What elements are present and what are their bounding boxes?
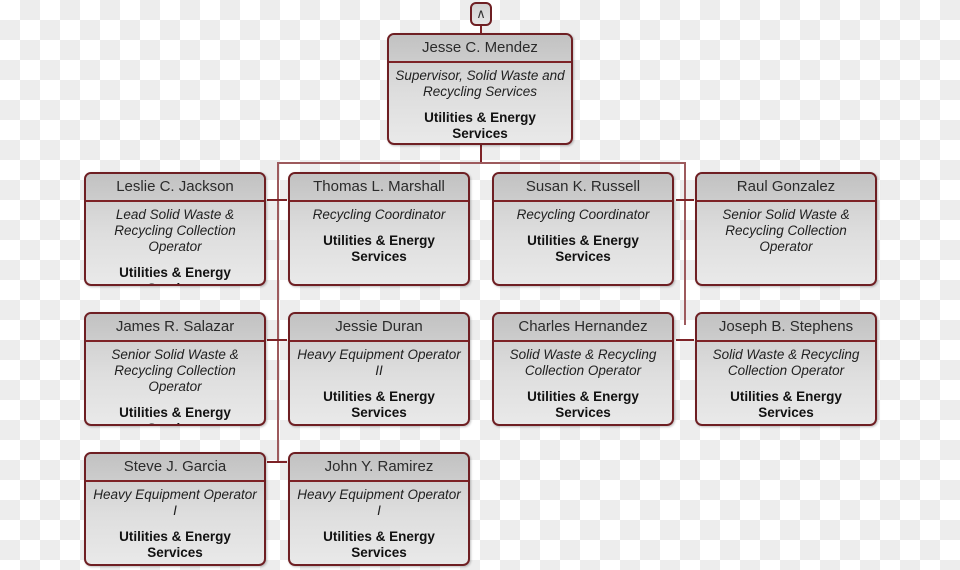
node-name: Raul Gonzalez xyxy=(697,174,875,202)
node-name: Steve J. Garcia xyxy=(86,454,264,482)
node-department: Utilities & Energy Services xyxy=(119,529,231,560)
org-node-thomas-l-marshall[interactable]: Thomas L. Marshall Recycling Coordinator… xyxy=(288,172,470,286)
connector-row2-left xyxy=(267,339,287,341)
node-title: Senior Solid Waste & Recycling Collectio… xyxy=(111,347,239,394)
connector-bus xyxy=(277,162,686,164)
node-body: Supervisor, Solid Waste and Recycling Se… xyxy=(389,63,571,143)
node-name: Charles Hernandez xyxy=(494,314,672,342)
connector-row1-left xyxy=(267,199,287,201)
node-body: Recycling Coordinator Utilities & Energy… xyxy=(290,202,468,269)
chevron-up-icon: ∧ xyxy=(476,6,486,21)
node-body: Solid Waste & Recycling Collection Opera… xyxy=(494,342,672,424)
connector-row1-right xyxy=(676,199,694,201)
node-body: Heavy Equipment Operator I Utilities & E… xyxy=(86,482,264,564)
org-chart: ∧ Jesse C. Mendez Supervisor, Solid Wast… xyxy=(0,0,960,570)
org-node-charles-hernandez[interactable]: Charles Hernandez Solid Waste & Recyclin… xyxy=(492,312,674,426)
org-node-leslie-c-jackson[interactable]: Leslie C. Jackson Lead Solid Waste & Rec… xyxy=(84,172,266,286)
node-body: Recycling Coordinator Utilities & Energy… xyxy=(494,202,672,269)
node-title: Heavy Equipment Operator I xyxy=(93,487,257,518)
connector-left-rail xyxy=(277,162,279,462)
node-name: Jessie Duran xyxy=(290,314,468,342)
org-node-raul-gonzalez[interactable]: Raul Gonzalez Senior Solid Waste & Recyc… xyxy=(695,172,877,286)
node-department: Utilities & Energy Services xyxy=(323,389,435,420)
node-name: Susan K. Russell xyxy=(494,174,672,202)
node-department: Utilities & Energy Services xyxy=(323,233,435,264)
collapse-parent-toggle[interactable]: ∧ xyxy=(470,2,492,26)
org-node-james-r-salazar[interactable]: James R. Salazar Senior Solid Waste & Re… xyxy=(84,312,266,426)
node-body: Senior Solid Waste & Recycling Collectio… xyxy=(697,202,875,259)
org-node-jessie-duran[interactable]: Jessie Duran Heavy Equipment Operator II… xyxy=(288,312,470,426)
org-node-john-y-ramirez[interactable]: John Y. Ramirez Heavy Equipment Operator… xyxy=(288,452,470,566)
org-node-susan-k-russell[interactable]: Susan K. Russell Recycling Coordinator U… xyxy=(492,172,674,286)
node-name: James R. Salazar xyxy=(86,314,264,342)
org-node-root[interactable]: Jesse C. Mendez Supervisor, Solid Waste … xyxy=(387,33,573,145)
node-department: Utilities & Energy Services xyxy=(323,529,435,560)
node-name: Joseph B. Stephens xyxy=(697,314,875,342)
node-title: Recycling Coordinator xyxy=(312,207,446,222)
node-department: Utilities & Energy Services xyxy=(424,110,536,141)
org-node-steve-j-garcia[interactable]: Steve J. Garcia Heavy Equipment Operator… xyxy=(84,452,266,566)
node-title: Solid Waste & Recycling Collection Opera… xyxy=(712,347,860,378)
node-body: Lead Solid Waste & Recycling Collection … xyxy=(86,202,264,284)
node-department: Utilities & Energy Services xyxy=(730,389,842,420)
connector-right-rail xyxy=(684,162,686,325)
node-title: Solid Waste & Recycling Collection Opera… xyxy=(509,347,657,378)
node-department: Utilities & Energy Services xyxy=(119,265,231,284)
node-title: Recycling Coordinator xyxy=(516,207,650,222)
node-body: Heavy Equipment Operator I Utilities & E… xyxy=(290,482,468,564)
node-title: Heavy Equipment Operator II xyxy=(297,347,461,378)
node-title: Heavy Equipment Operator I xyxy=(297,487,461,518)
connector-row2-right xyxy=(676,339,694,341)
node-department: Utilities & Energy Services xyxy=(527,233,639,264)
connector-root-stem xyxy=(480,145,482,163)
node-department: Utilities & Energy Services xyxy=(119,405,231,424)
node-body: Heavy Equipment Operator II Utilities & … xyxy=(290,342,468,424)
node-title: Lead Solid Waste & Recycling Collection … xyxy=(114,207,236,254)
node-name: John Y. Ramirez xyxy=(290,454,468,482)
org-node-joseph-b-stephens[interactable]: Joseph B. Stephens Solid Waste & Recycli… xyxy=(695,312,877,426)
node-name: Leslie C. Jackson xyxy=(86,174,264,202)
connector-row3-left xyxy=(267,461,287,463)
node-body: Senior Solid Waste & Recycling Collectio… xyxy=(86,342,264,424)
node-name: Jesse C. Mendez xyxy=(389,35,571,63)
node-name: Thomas L. Marshall xyxy=(290,174,468,202)
node-title: Supervisor, Solid Waste and Recycling Se… xyxy=(395,68,565,99)
node-title: Senior Solid Waste & Recycling Collectio… xyxy=(722,207,850,254)
node-department: Utilities & Energy Services xyxy=(527,389,639,420)
node-body: Solid Waste & Recycling Collection Opera… xyxy=(697,342,875,424)
